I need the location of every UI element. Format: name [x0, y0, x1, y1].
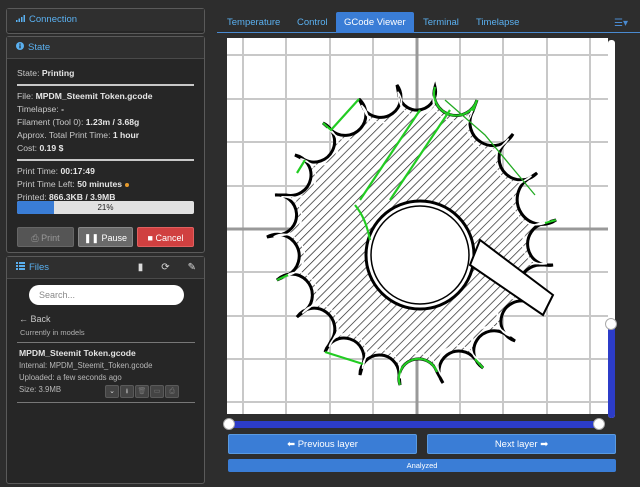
- previous-layer-button[interactable]: ⬅ Previous layer: [228, 434, 417, 454]
- folder-icon[interactable]: ▭: [150, 385, 164, 398]
- command-slider-end-handle[interactable]: [593, 418, 605, 430]
- arrow-left-icon: ←: [19, 314, 28, 324]
- approx-time-line: Approx. Total Print Time: 1 hour: [17, 130, 140, 140]
- print-time-line: Print Time: 00:17:49: [17, 166, 95, 176]
- files-tools: ▮ ⟳ ✎: [120, 257, 196, 279]
- print-file-icon[interactable]: ⎙: [165, 385, 179, 398]
- file-line: File: MPDM_Steemit Token.gcode: [17, 91, 153, 101]
- list-icon: [16, 257, 25, 279]
- file-uploaded: Uploaded: a few seconds ago: [19, 373, 122, 382]
- state-value: Printing: [41, 68, 75, 78]
- files-panel: Files ▮ ⟳ ✎ Search... ← Back Currently in …: [6, 256, 205, 484]
- center-hole: [364, 199, 476, 311]
- back-link[interactable]: ← Back: [19, 314, 51, 324]
- connection-panel: Connection: [6, 8, 205, 34]
- divider: [17, 402, 195, 403]
- tab-temperature[interactable]: Temperature: [219, 12, 288, 33]
- arrow-left-icon: ⬅: [287, 439, 296, 450]
- print-button[interactable]: ⎙ Print: [17, 227, 74, 247]
- wrench-icon[interactable]: ✎: [188, 262, 196, 273]
- progress-text: 21%: [97, 203, 114, 212]
- current-folder: Currently in models: [20, 328, 85, 337]
- connection-title: Connection: [29, 14, 78, 25]
- gcode-viewer-canvas[interactable]: [227, 38, 608, 414]
- file-name: MPDM_Steemit Token.gcode: [19, 348, 136, 358]
- filament-line: Filament (Tool 0): 1.23m / 3.68g: [17, 117, 140, 127]
- octoprint-window: Connection State State: Printing File: M…: [0, 0, 640, 487]
- refresh-icon[interactable]: ⟳: [161, 262, 169, 273]
- file-value: MPDM_Steemit Token.gcode: [35, 91, 153, 101]
- info-icon: [16, 37, 24, 59]
- time-left-line: Print Time Left: 50 minutes: [17, 178, 194, 191]
- timelapse-line: Timelapse: -: [17, 104, 64, 114]
- printer-icon: ⎙: [31, 233, 39, 243]
- cancel-button[interactable]: ■ Cancel: [137, 227, 194, 247]
- divider: [17, 342, 195, 343]
- file-internal: Internal: MPDM_Steemit_Token.gcode: [19, 361, 153, 370]
- chevron-down-icon[interactable]: ⌄: [105, 385, 119, 398]
- files-header[interactable]: Files ▮ ⟳ ✎: [7, 257, 204, 279]
- pause-icon: ❚❚: [83, 233, 100, 243]
- tab-terminal[interactable]: Terminal: [415, 12, 467, 33]
- main-content: Temperature Control GCode Viewer Termina…: [217, 8, 640, 487]
- state-title: State: [28, 42, 51, 53]
- divider: [17, 84, 194, 86]
- next-layer-button[interactable]: Next layer ➡: [427, 434, 616, 454]
- file-actions: ⌄ ⭳ 🗑 ▭ ⎙: [105, 385, 183, 398]
- divider: [17, 159, 194, 161]
- stop-icon: ■: [147, 233, 153, 243]
- state-header[interactable]: State: [7, 37, 204, 59]
- state-panel: State State: Printing File: MPDM_Steemit…: [6, 36, 205, 253]
- state-details: State: Printing File: MPDM_Steemit Token…: [7, 59, 204, 212]
- estimate-indicator-icon: [125, 182, 130, 187]
- command-slider[interactable]: [229, 421, 601, 428]
- file-icon[interactable]: ▮: [138, 262, 144, 273]
- menu-icon[interactable]: ☰▾: [614, 18, 628, 29]
- download-icon[interactable]: ⭳: [120, 385, 134, 398]
- cost-line: Cost: 0.19 $: [17, 143, 64, 153]
- connection-header[interactable]: Connection: [7, 9, 204, 31]
- tab-bar: Temperature Control GCode Viewer Termina…: [217, 8, 640, 33]
- state-line: State: Printing: [17, 68, 75, 78]
- arrow-right-icon: ➡: [540, 439, 549, 450]
- gcode-render: [227, 38, 608, 414]
- trash-icon[interactable]: 🗑: [135, 385, 149, 398]
- tab-control[interactable]: Control: [289, 12, 336, 33]
- file-search-input[interactable]: Search...: [29, 285, 184, 305]
- tab-gcode-viewer[interactable]: GCode Viewer: [336, 12, 414, 33]
- tab-timelapse[interactable]: Timelapse: [468, 12, 527, 33]
- analyzed-status: Analyzed: [228, 459, 616, 472]
- layer-slider-fill: [608, 323, 615, 418]
- command-slider-start-handle[interactable]: [223, 418, 235, 430]
- pause-button[interactable]: ❚❚ Pause: [78, 227, 133, 247]
- layer-slider-handle[interactable]: [605, 317, 617, 330]
- signal-icon: [16, 9, 25, 31]
- print-progress-bar: 21%: [17, 201, 194, 214]
- files-title: Files: [29, 262, 50, 273]
